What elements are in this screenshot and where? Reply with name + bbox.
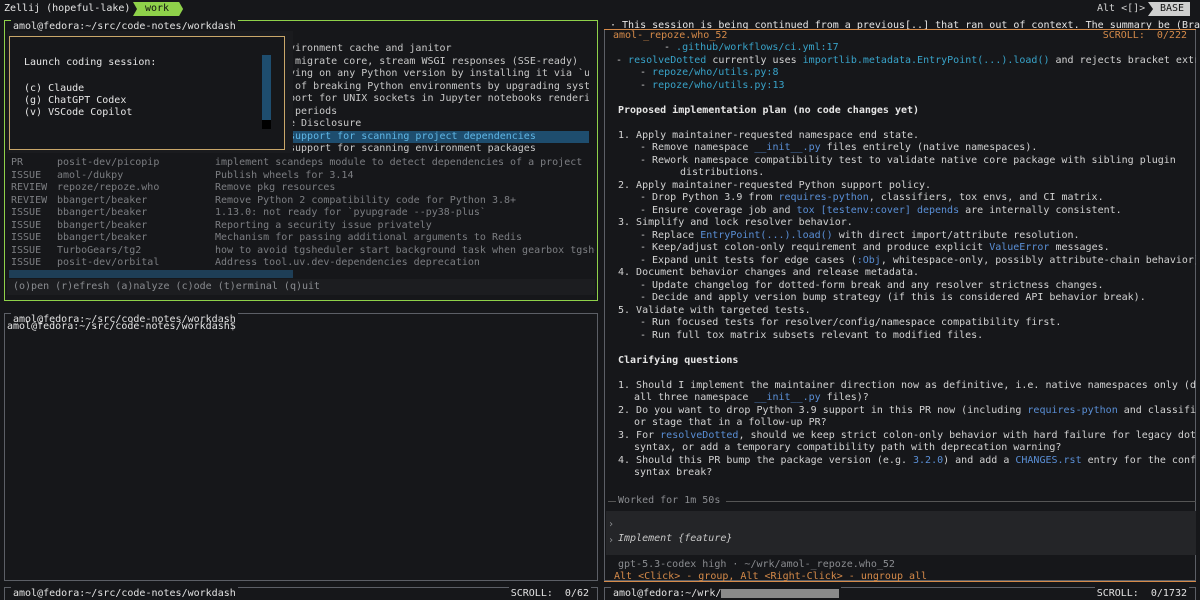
table-row[interactable]: ISSUE bbangert/beaker Mechanism for passin…: [11, 232, 595, 245]
list-item: support for scanning environment package…: [289, 143, 536, 154]
codex-transcript: - .github/workflows/ci.yml:17 - resolveD…: [608, 42, 1196, 482]
list-item: ying on any Python version by installing…: [289, 68, 589, 79]
mode-hint: Alt <[]>: [1097, 3, 1146, 14]
table-row[interactable]: ISSUE bbangert/beaker 1.13.0: not ready fo…: [11, 207, 595, 220]
zellij-session-title: Zellij (hopeful-lake): [4, 3, 131, 14]
redacted-path: [721, 588, 840, 598]
list-item: periods: [289, 105, 338, 117]
launch-session-popup[interactable]: Launch coding session: (c) Claude (g) Ch…: [9, 36, 285, 150]
option-vscode-copilot[interactable]: (v) VSCode Copilot: [24, 107, 132, 118]
mode-badge: BASE: [1148, 2, 1191, 16]
list-item: of breaking Python environments by upgra…: [289, 80, 589, 92]
popup-scrollbar[interactable]: [262, 55, 271, 129]
work-items-table: PR posit-dev/picopip implement scandeps mo…: [11, 157, 595, 272]
prompt-chevron-icon: ›: [608, 535, 615, 546]
shell-pane[interactable]: amol@fedora:~/src/code-notes/workdash am…: [4, 313, 598, 581]
list-item: vironment cache and janitor: [289, 43, 452, 54]
orange-accent-line: [604, 29, 1196, 30]
table-row[interactable]: ISSUE bbangert/beaker Reporting a security…: [11, 220, 595, 233]
collapsed-right-pane[interactable]: amol@fedora:~/wrk/ SCROLL: 0/1732: [604, 587, 1196, 600]
table-scrollbar[interactable]: [9, 270, 293, 278]
popup-heading: Launch coding session:: [24, 57, 157, 68]
zellij-top-bar: Zellij (hopeful-lake) work Alt <[]> BASE: [0, 0, 1200, 18]
table-row[interactable]: ISSUE TurboGears/tg2 how to avoid tgshedul…: [11, 245, 595, 258]
pane-title: amol@fedora:~/wrk/: [611, 587, 842, 600]
list-item-selected[interactable]: support for scanning project dependencie…: [289, 130, 589, 143]
workdash-pane[interactable]: amol@fedora:~/src/code-notes/workdash vi…: [4, 20, 598, 301]
pane-scroll: SCROLL: 0/1732: [1094, 587, 1189, 600]
prompt-chevron-icon: ›: [608, 519, 615, 530]
table-row[interactable]: ISSUE amol-/dukpy Publish wheels for 3.14: [11, 170, 595, 183]
table-row[interactable]: REVIEW bbangert/beaker Remove Python 2 com…: [11, 195, 595, 208]
prompt-input-box[interactable]: › › Implement {feature}: [606, 511, 1196, 555]
mode-badge-label: BASE: [1160, 3, 1185, 14]
collapsed-shell-pane[interactable]: amol@fedora:~/src/code-notes/workdash SC…: [4, 587, 598, 600]
table-row[interactable]: PR posit-dev/picopip implement scandeps mo…: [11, 157, 595, 170]
prompt-input[interactable]: Implement {feature}: [618, 533, 732, 544]
section-heading: Proposed implementation plan (no code ch…: [618, 104, 920, 116]
worked-duration: Worked for 1m 50s: [618, 495, 721, 506]
option-chatgpt-codex[interactable]: (g) ChatGPT Codex: [24, 95, 126, 106]
worked-separator: Worked for 1m 50s: [608, 495, 1196, 507]
shell-prompt[interactable]: amol@fedora:~/src/code-notes/workdash$: [7, 321, 236, 332]
orange-accent-line: [604, 581, 1196, 582]
tab-work[interactable]: work: [133, 2, 184, 16]
list-item: port for UNIX sockets in Jupyter noteboo…: [289, 93, 589, 104]
keybinding-footer: (o)pen (r)efresh (a)nalyze (c)ode (t)erm…: [7, 279, 595, 295]
list-item: e Disclosure: [289, 118, 362, 129]
tab-work-label: work: [145, 3, 170, 14]
table-row[interactable]: REVIEW repoze/repoze.who Remove pkg resour…: [11, 182, 595, 195]
table-row[interactable]: ISSUE posit-dev/orbital Address tool.uv.de…: [11, 257, 595, 270]
pane-scroll: SCROLL: 0/62: [508, 587, 591, 600]
option-claude[interactable]: (c) Claude: [24, 83, 84, 94]
model-status-line: gpt-5.3-codex high · ~/wrk/amol-_repoze.…: [618, 559, 895, 570]
pane-title: amol@fedora:~/src/code-notes/workdash: [11, 587, 238, 600]
section-heading: Clarifying questions: [618, 354, 739, 366]
background-list: vironment cache and janitor migrate core…: [289, 43, 589, 163]
list-item: migrate core, stream WSGI responses (SSE…: [289, 55, 578, 67]
